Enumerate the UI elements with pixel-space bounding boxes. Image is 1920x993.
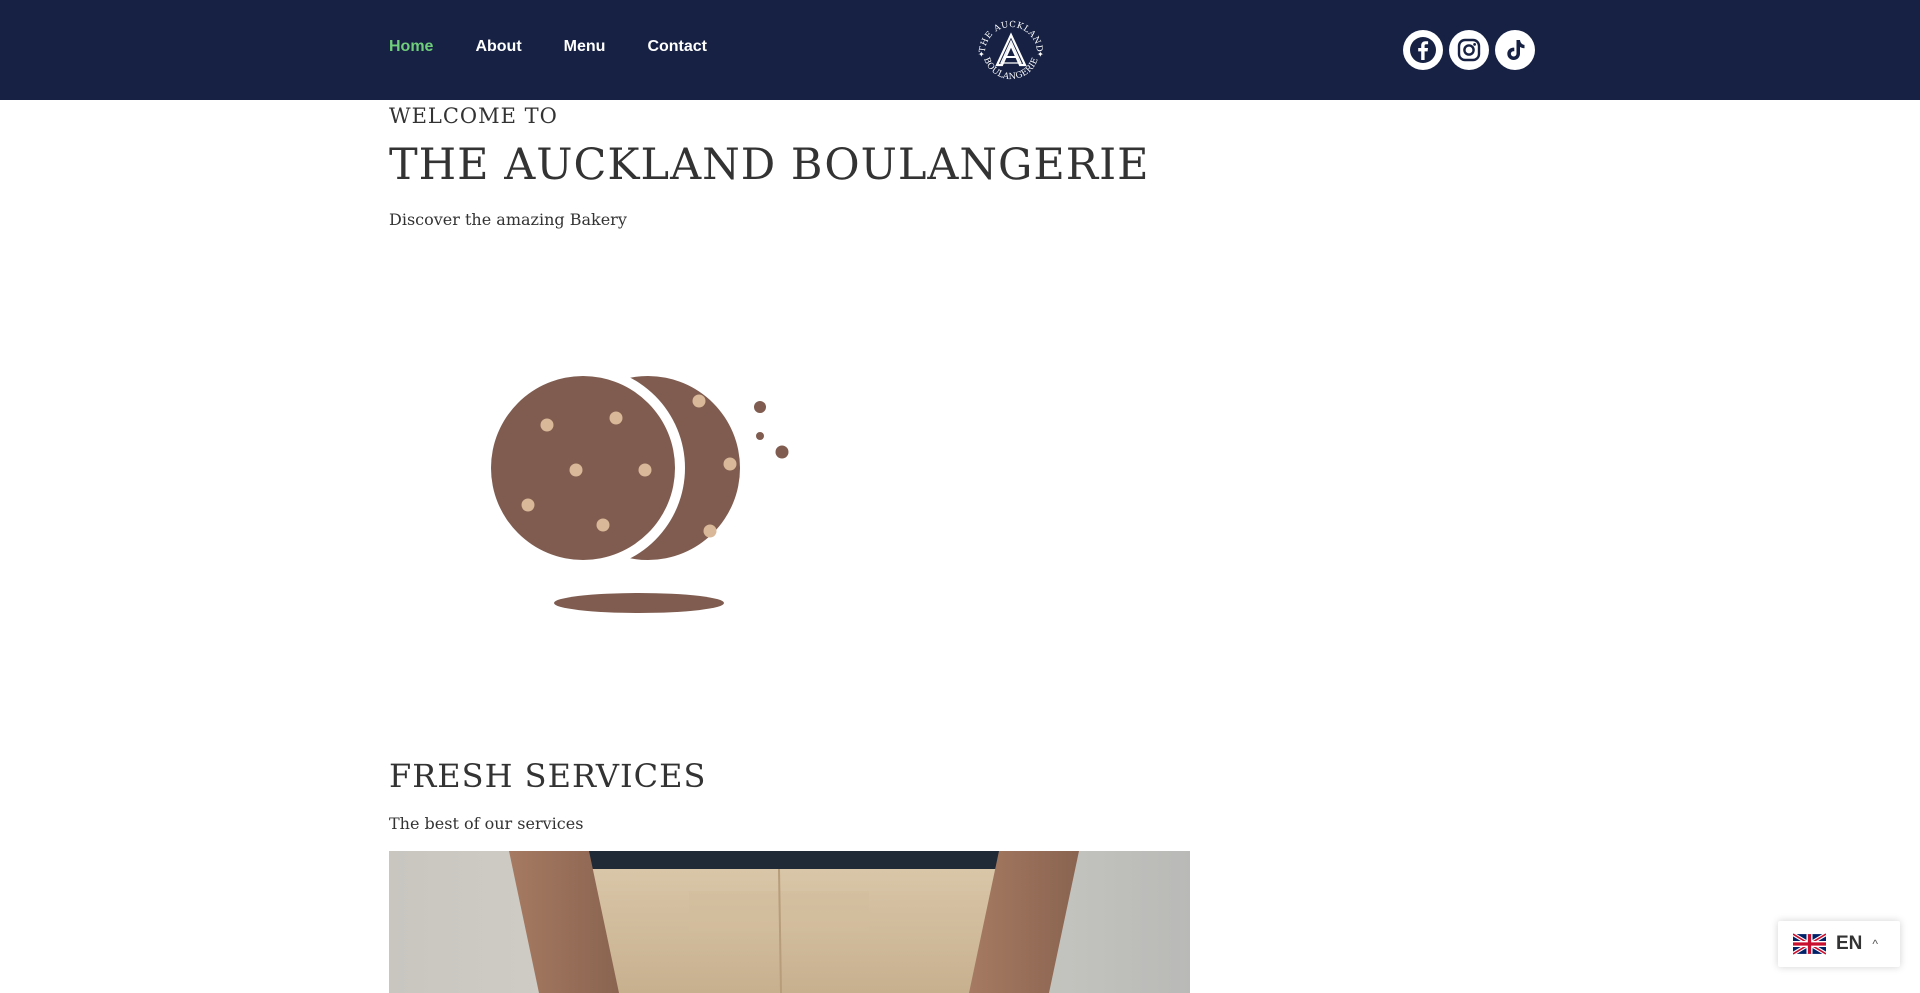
welcome-heading: WELCOME TO (389, 104, 558, 128)
page-title: THE AUCKLAND BOULANGERIE (389, 140, 1150, 190)
svg-text:✦: ✦ (1037, 50, 1044, 59)
facebook-icon[interactable] (1403, 30, 1443, 70)
chevron-up-icon: ^ (1872, 937, 1879, 951)
cookies-illustration (470, 360, 800, 620)
uk-flag-icon (1793, 932, 1826, 956)
tiktok-icon[interactable] (1495, 30, 1535, 70)
site-logo[interactable]: THE AUCKLAND BOULANGERIE ✦ ✦ (973, 13, 1049, 89)
nav-contact-link[interactable]: Contact (647, 38, 707, 56)
site-header: Home About Menu Contact THE AUCKLAND BOU… (0, 0, 1920, 100)
cookies-icon (491, 376, 789, 613)
services-photo (389, 851, 1190, 993)
nav-home-link[interactable]: Home (389, 38, 433, 56)
svg-text:✦: ✦ (978, 50, 985, 59)
logo-emblem-icon: THE AUCKLAND BOULANGERIE ✦ ✦ (978, 20, 1044, 82)
services-subtitle: The best of our services (389, 814, 584, 833)
svg-text:BOULANGERIE: BOULANGERIE (981, 56, 1041, 82)
hero-subtitle: Discover the amazing Bakery (389, 210, 627, 229)
instagram-icon[interactable] (1449, 30, 1489, 70)
services-heading: FRESH SERVICES (389, 757, 707, 795)
social-links (1403, 30, 1535, 70)
language-switcher[interactable]: EN ^ (1778, 921, 1900, 967)
baker-apron-image (389, 851, 1190, 993)
main-nav: Home About Menu Contact (389, 38, 707, 56)
nav-menu-link[interactable]: Menu (564, 38, 606, 56)
nav-about-link[interactable]: About (475, 38, 521, 56)
logo-bottom-text: BOULANGERIE (981, 56, 1040, 82)
language-code: EN (1836, 933, 1863, 954)
